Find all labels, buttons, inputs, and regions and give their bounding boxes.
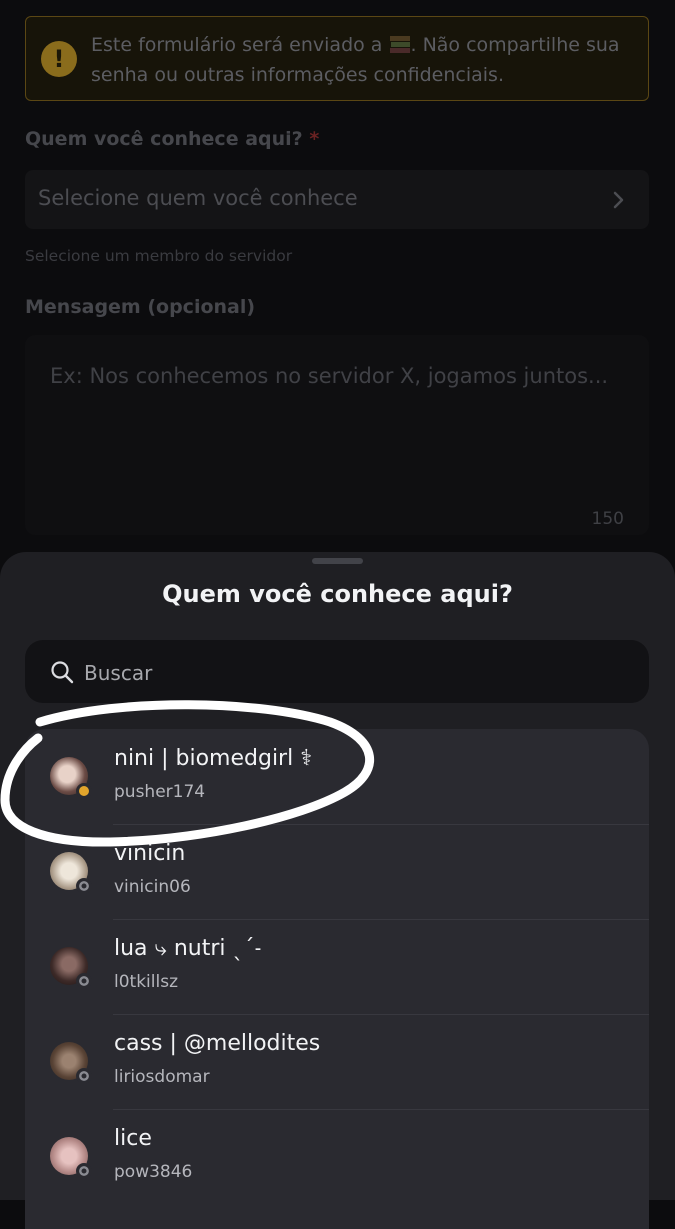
search-icon: [51, 661, 74, 684]
background-form: ! Este formulário será enviado a . Não c…: [0, 0, 675, 560]
offline-status-icon: [76, 1163, 92, 1179]
member-field-label: Quem você conhece aqui? *: [25, 128, 320, 150]
books-emoji-icon: [389, 36, 410, 53]
member-username: pow3846: [114, 1162, 193, 1182]
offline-status-icon: [76, 878, 92, 894]
member-username: pusher174: [114, 782, 206, 802]
list-item[interactable]: lua ⤷ nutri ˎˊ˗ l0tkillsz: [25, 919, 649, 1014]
member-select-placeholder: Selecione quem você conhece: [38, 186, 358, 210]
exclamation-icon: !: [41, 41, 77, 77]
sheet-title: Quem você conhece aqui?: [162, 580, 513, 608]
list-item[interactable]: vinicin vinicin06: [25, 824, 649, 919]
message-textarea[interactable]: Ex: Nos conhecemos no servidor X, jogamo…: [25, 335, 649, 535]
idle-status-icon: [76, 783, 92, 799]
member-list: nini | biomedgirl ⚕ pusher174 vinicin vi…: [25, 729, 649, 1229]
member-username: vinicin06: [114, 877, 191, 897]
list-item[interactable]: cass | @mellodites liriosdomar: [25, 1014, 649, 1109]
warning-banner: ! Este formulário será enviado a . Não c…: [25, 16, 649, 101]
warning-text: Este formulário será enviado a . Não com…: [91, 34, 620, 86]
list-item[interactable]: lice pow3846: [25, 1109, 649, 1204]
offline-status-icon: [76, 1068, 92, 1084]
message-field-label: Mensagem (opcional): [25, 296, 256, 318]
member-display-name: cass | @mellodites: [114, 1031, 321, 1056]
member-display-name: nini | biomedgirl ⚕: [114, 746, 313, 771]
chevron-right-icon: [613, 191, 624, 209]
required-mark: *: [309, 128, 320, 150]
member-helper-text: Selecione um membro do servidor: [25, 247, 293, 265]
sheet-drag-handle[interactable]: [312, 558, 363, 564]
character-counter: 150: [591, 509, 624, 529]
member-display-name: lice: [114, 1126, 152, 1151]
member-display-name: lua ⤷ nutri ˎˊ˗: [114, 936, 262, 961]
member-username: liriosdomar: [114, 1067, 210, 1087]
member-select[interactable]: Selecione quem você conhece: [25, 170, 649, 229]
search-input[interactable]: [82, 640, 626, 705]
message-placeholder: Ex: Nos conhecemos no servidor X, jogamo…: [50, 364, 609, 388]
member-picker-sheet: Quem você conhece aqui? nini | biomedgir…: [0, 552, 675, 1229]
member-username: l0tkillsz: [114, 972, 178, 992]
list-item[interactable]: nini | biomedgirl ⚕ pusher174: [25, 729, 649, 824]
search-bar[interactable]: [25, 640, 649, 705]
offline-status-icon: [76, 973, 92, 989]
member-display-name: vinicin: [114, 841, 186, 866]
